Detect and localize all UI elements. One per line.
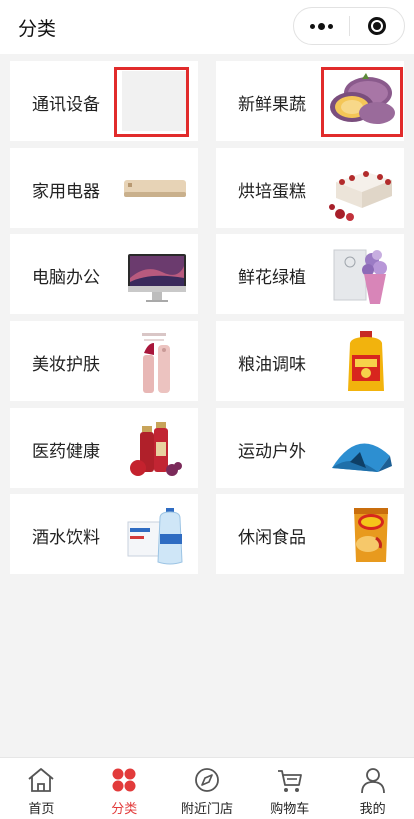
category-label: 鲜花绿植 [238, 268, 306, 288]
category-label: 新鲜果蔬 [238, 95, 306, 115]
close-target-icon [367, 17, 386, 35]
more-button[interactable] [294, 7, 349, 45]
more-dots-icon [309, 22, 333, 30]
air-conditioner-image [116, 152, 194, 224]
category-card-appliances[interactable]: 家用电器 [10, 148, 198, 228]
home-icon [28, 768, 54, 792]
category-label: 运动户外 [238, 442, 306, 462]
tab-label: 购物车 [270, 802, 310, 817]
highlight-box [114, 67, 189, 137]
tab-label: 首页 [28, 802, 55, 817]
category-card-sports-outdoor[interactable]: 运动户外 [216, 408, 404, 488]
category-label: 美妆护肤 [32, 355, 100, 375]
category-label: 医药健康 [32, 442, 100, 462]
lipstick-image [116, 325, 194, 397]
chips-image [322, 498, 400, 570]
tab-label: 附近门店 [180, 802, 233, 817]
category-icon [112, 768, 136, 792]
tab-label: 我的 [359, 802, 386, 817]
health-drink-image [116, 412, 194, 484]
tab-profile[interactable]: 我的 [331, 758, 414, 819]
category-card-medicine-health[interactable]: 医药健康 [10, 408, 198, 488]
close-button[interactable] [349, 7, 404, 45]
category-card-cakes[interactable]: 烘培蛋糕 [216, 148, 404, 228]
cake-image [322, 152, 400, 224]
tab-bar: 首页 分类 附近门店 购物车 我的 [0, 757, 414, 819]
category-label: 粮油调味 [238, 355, 306, 375]
imac-image [116, 238, 194, 310]
category-card-snacks[interactable]: 休闲食品 [216, 494, 404, 574]
page-title: 分类 [18, 18, 57, 40]
category-card-computer-office[interactable]: 电脑办公 [10, 234, 198, 314]
cooking-oil-image [322, 325, 400, 397]
category-card-flowers-plants[interactable]: 鲜花绿植 [216, 234, 404, 314]
tab-label: 分类 [111, 802, 138, 817]
water-bottle-image [116, 498, 194, 570]
category-label: 电脑办公 [32, 268, 100, 288]
tab-home[interactable]: 首页 [0, 758, 83, 819]
category-label: 休闲食品 [238, 528, 306, 548]
category-label: 酒水饮料 [32, 528, 100, 548]
category-label: 家用电器 [32, 182, 100, 202]
tab-cart[interactable]: 购物车 [248, 758, 331, 819]
cart-icon [277, 770, 302, 792]
tab-category[interactable]: 分类 [83, 758, 166, 819]
compass-icon [195, 768, 219, 792]
highlight-box [321, 67, 403, 137]
flower-bouquet-image [322, 238, 400, 310]
navigation-bar: 分类 [0, 0, 414, 54]
tab-nearby-stores[interactable]: 附近门店 [166, 758, 249, 819]
category-card-beverages[interactable]: 酒水饮料 [10, 494, 198, 574]
category-card-cosmetics[interactable]: 美妆护肤 [10, 321, 198, 401]
mini-program-capsule [293, 7, 405, 45]
category-card-grain-oil[interactable]: 粮油调味 [216, 321, 404, 401]
category-label: 通讯设备 [32, 95, 100, 115]
user-icon [360, 768, 385, 794]
tent-image [322, 412, 400, 484]
category-label: 烘培蛋糕 [238, 182, 306, 202]
